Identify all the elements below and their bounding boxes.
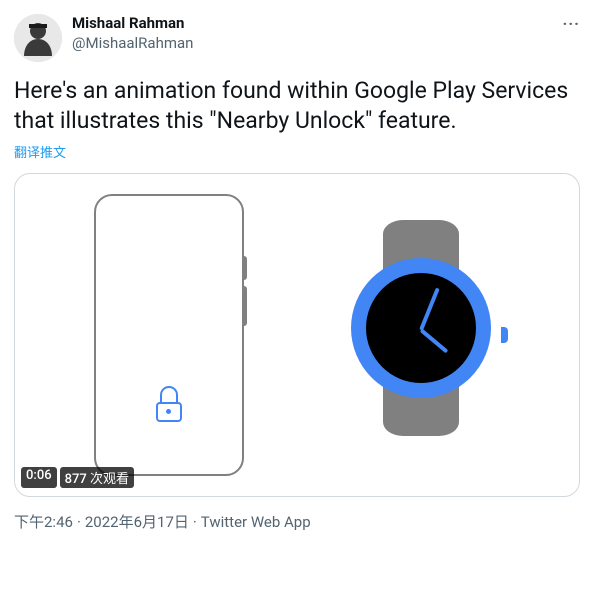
tweet-text: Here's an animation found within Google … <box>14 76 580 136</box>
watch-illustration <box>341 220 501 450</box>
timestamp-time[interactable]: 下午2:46 <box>14 513 73 531</box>
video-badges: 0:06 877 次观看 <box>21 467 134 488</box>
phone-power-button <box>242 256 247 280</box>
avatar[interactable] <box>14 14 62 62</box>
more-icon[interactable]: ··· <box>563 14 580 33</box>
display-name[interactable]: Mishaal Rahman <box>72 14 193 34</box>
tweet-header: Mishaal Rahman @MishaalRahman ··· <box>14 14 580 62</box>
video-duration-badge: 0:06 <box>21 467 57 488</box>
tweet-source[interactable]: Twitter Web App <box>201 513 311 531</box>
tweet-meta: 下午2:46·2022年6月17日·Twitter Web App <box>14 511 580 532</box>
phone-illustration <box>94 194 244 476</box>
user-handle[interactable]: @MishaalRahman <box>72 34 193 54</box>
media-attachment[interactable]: 0:06 877 次观看 <box>14 173 580 497</box>
user-meta: Mishaal Rahman @MishaalRahman <box>72 14 193 53</box>
video-views-badge: 877 次观看 <box>60 467 134 488</box>
lock-icon <box>155 386 183 424</box>
translate-link[interactable]: 翻译推文 <box>14 142 66 161</box>
tweet-container: Mishaal Rahman @MishaalRahman ··· Here's… <box>14 14 580 532</box>
timestamp-date[interactable]: 2022年6月17日 <box>85 513 189 531</box>
avatar-image <box>14 14 62 62</box>
phone-volume-button <box>242 286 247 326</box>
